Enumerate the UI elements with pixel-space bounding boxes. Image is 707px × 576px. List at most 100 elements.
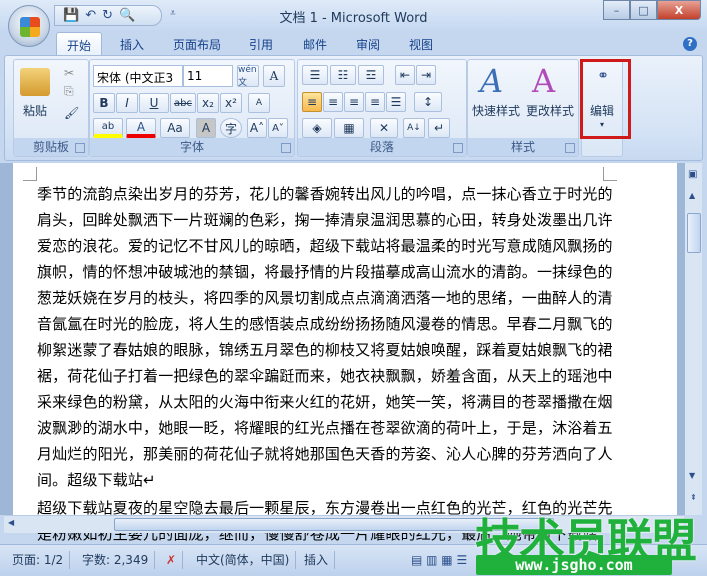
- numbering-button[interactable]: ☷: [330, 65, 356, 85]
- phonetic-guide-button[interactable]: wén 文: [237, 65, 259, 88]
- previous-page-icon[interactable]: ⇞: [690, 493, 697, 502]
- document-text-line[interactable]: 间。超级下载站↵: [37, 469, 156, 490]
- subscript-button[interactable]: x₂: [197, 93, 219, 113]
- center-button[interactable]: ≡: [323, 92, 343, 112]
- proofing-icon[interactable]: ✗: [160, 551, 184, 569]
- superscript-button[interactable]: x²: [220, 93, 242, 113]
- redo-icon[interactable]: ↻: [102, 8, 113, 23]
- sort-button[interactable]: A↓: [403, 118, 425, 138]
- justify-button[interactable]: ≡: [365, 92, 385, 112]
- copy-icon[interactable]: ⎘: [64, 84, 74, 99]
- shading-button[interactable]: ◈: [302, 118, 332, 138]
- font-name-combo[interactable]: 宋体 (中文正3: [93, 65, 183, 87]
- font-group: 宋体 (中文正3 11 wén 文 A B I U abc x₂ x² A ab…: [89, 59, 295, 157]
- document-text-line[interactable]: 柳絮迷蒙了春姑娘的眼脉，锦绣五月翠色的柳枝又将夏姑娘唤醒，踩着夏姑娘飘飞的裙: [37, 339, 613, 360]
- align-right-button[interactable]: ≡: [344, 92, 364, 112]
- quick-access-toolbar: 💾 ↶ ↻ 🔍: [54, 5, 162, 26]
- save-icon[interactable]: 💾: [63, 8, 79, 23]
- dialog-launcher-icon[interactable]: [75, 143, 85, 153]
- dialog-launcher-icon[interactable]: [565, 143, 575, 153]
- highlight-box: [580, 59, 631, 139]
- tab-view[interactable]: 视图: [399, 32, 443, 56]
- page-count[interactable]: 页面: 1/2: [6, 551, 71, 569]
- highlight-button[interactable]: ab: [93, 118, 123, 138]
- tab-mailings[interactable]: 邮件: [293, 32, 337, 56]
- view-buttons[interactable]: ▤ ▥ ▦ ☰: [405, 551, 473, 569]
- document-text-line[interactable]: 月灿烂的阳光，那美丽的荷花仙子就将她那国色天香的芳姿、沁人心脾的芬芳洒向了人: [37, 443, 613, 464]
- document-text-line[interactable]: 裾，荷花仙子打着一把绿色的翠伞蹁跹而来，她衣袂飘飘，娇羞含面，从天上的瑶池中: [37, 365, 613, 386]
- change-case-button[interactable]: Aa: [160, 118, 190, 138]
- paragraph-group-label: 段落: [298, 138, 466, 156]
- document-text-line[interactable]: 葱茏妖娆在岁月的枝头，将四季的风景切割成点点滴滴洒落一地的思绪，一曲醉人的清: [37, 287, 613, 308]
- styles-group-label: 样式: [468, 138, 578, 156]
- close-button[interactable]: X: [657, 0, 701, 20]
- underline-button[interactable]: U: [139, 93, 169, 113]
- document-text-line[interactable]: 采来绿色的粉黛，从太阳的火海中衔来火红的花妍，她笑一笑，将满目的苍翠播撒在烟: [37, 391, 613, 412]
- ruler-toggle-icon[interactable]: ▣: [688, 169, 697, 180]
- paste-icon[interactable]: [20, 68, 50, 96]
- minimize-button[interactable]: –: [603, 0, 630, 20]
- customize-qat-icon[interactable]: ⩡: [170, 8, 176, 19]
- multilevel-list-button[interactable]: ☲: [358, 65, 384, 85]
- character-border-button[interactable]: A: [263, 65, 285, 87]
- shrink-font-button[interactable]: A˅: [268, 118, 288, 138]
- distributed-button[interactable]: ☰: [386, 92, 406, 112]
- enclose-characters-button[interactable]: 字: [220, 118, 242, 138]
- document-text-line[interactable]: 季节的流韵点染出岁月的芬芳，花儿的馨香婉转出风儿的吟唱，点一抹心香立于时光的: [37, 183, 613, 204]
- tab-insert[interactable]: 插入: [110, 32, 154, 56]
- grow-font-button[interactable]: A˄: [247, 118, 267, 138]
- title-bar: 文档 1 - Microsoft Word 💾 ↶ ↻ 🔍 ⩡ – □ X: [0, 0, 707, 30]
- chinese-layout-button[interactable]: ✕: [370, 118, 398, 138]
- bullets-button[interactable]: ☰: [302, 65, 328, 85]
- increase-indent-button[interactable]: ⇥: [416, 65, 436, 85]
- scroll-down-icon[interactable]: ▼: [689, 471, 695, 480]
- insert-mode[interactable]: 插入: [298, 551, 336, 569]
- scroll-thumb[interactable]: [687, 213, 701, 253]
- document-text-line[interactable]: 音氤氲在时光的脸庞，将人生的感悟装点成纷纷扬扬随风漫卷的情思。早春二月飘飞的: [37, 313, 613, 334]
- clear-formatting-button[interactable]: A: [248, 93, 270, 113]
- change-styles-icon: A: [532, 62, 556, 100]
- styles-group: A A 快速样式 更改样式 样式: [467, 59, 579, 157]
- tab-review[interactable]: 审阅: [346, 32, 390, 56]
- clipboard-group: 粘贴 ✂ ⎘ 🖌 剪贴板: [13, 59, 89, 157]
- vertical-scrollbar[interactable]: ▣ ▲ ▼ ⇞: [684, 163, 702, 515]
- document-text-line[interactable]: 肩头，回眸处飘洒下一片斑斓的色彩，掬一捧清泉温润思慕的心田，转身处泼墨出几许: [37, 209, 613, 230]
- office-button[interactable]: [8, 5, 50, 47]
- bold-button[interactable]: B: [93, 93, 115, 113]
- borders-button[interactable]: ▦: [334, 118, 364, 138]
- font-size-combo[interactable]: 11: [183, 65, 233, 87]
- format-painter-icon[interactable]: 🖌: [64, 106, 79, 120]
- print-preview-icon[interactable]: 🔍: [119, 8, 135, 23]
- scroll-up-icon[interactable]: ▲: [689, 191, 695, 200]
- tab-home[interactable]: 开始: [56, 32, 103, 56]
- language-indicator[interactable]: 中文(简体，中国): [190, 551, 297, 569]
- word-count[interactable]: 字数: 2,349: [76, 551, 156, 569]
- dialog-launcher-icon[interactable]: [453, 143, 463, 153]
- cut-icon[interactable]: ✂: [64, 66, 74, 80]
- quick-styles-icon: A: [480, 62, 504, 100]
- help-icon[interactable]: ?: [683, 37, 697, 51]
- font-color-button[interactable]: A: [126, 118, 156, 138]
- tab-references[interactable]: 引用: [239, 32, 283, 56]
- maximize-button[interactable]: □: [630, 0, 657, 20]
- strikethrough-button[interactable]: abc: [170, 93, 196, 113]
- font-group-label: 字体: [90, 138, 294, 156]
- align-left-button[interactable]: ≡: [302, 92, 322, 112]
- dialog-launcher-icon[interactable]: [281, 143, 291, 153]
- decrease-indent-button[interactable]: ⇤: [395, 65, 415, 85]
- show-marks-button[interactable]: ↵: [428, 118, 450, 138]
- line-spacing-button[interactable]: ↕: [414, 92, 442, 112]
- document-page[interactable]: 季节的流韵点染出岁月的芬芳，花儿的馨香婉转出风儿的吟唱，点一抹心香立于时光的 肩头…: [13, 163, 677, 543]
- character-shading-button[interactable]: A: [196, 118, 216, 138]
- paste-button[interactable]: 粘贴: [18, 102, 52, 119]
- document-text-line[interactable]: 旗帜，情的怀想冲破城池的禁锢，将最抒情的片段描摹成高山流水的清韵。一抹绿色的: [37, 261, 613, 282]
- scroll-left-icon[interactable]: ◀: [8, 518, 14, 527]
- tab-page-layout[interactable]: 页面布局: [163, 32, 231, 56]
- quick-styles-button[interactable]: 快速样式: [468, 102, 524, 119]
- document-text-line[interactable]: 爱恋的浪花。爱的记忆不甘风儿的晾晒，超级下载站将最温柔的时光写意成随风飘扬的: [37, 235, 613, 256]
- document-text-line[interactable]: 波飘渺的湖水中，她眼一眨，将耀眼的红光点播在苍翠欲滴的荷叶上，于是，沐浴着五: [37, 417, 613, 438]
- italic-button[interactable]: I: [116, 93, 138, 113]
- paragraph-group: ☰ ☷ ☲ ⇤ ⇥ ≡ ≡ ≡ ≡ ☰ ↕ ◈ ▦ ✕ A↓ ↵ 段落: [297, 59, 467, 157]
- undo-icon[interactable]: ↶: [85, 8, 96, 23]
- change-styles-button[interactable]: 更改样式: [522, 102, 578, 119]
